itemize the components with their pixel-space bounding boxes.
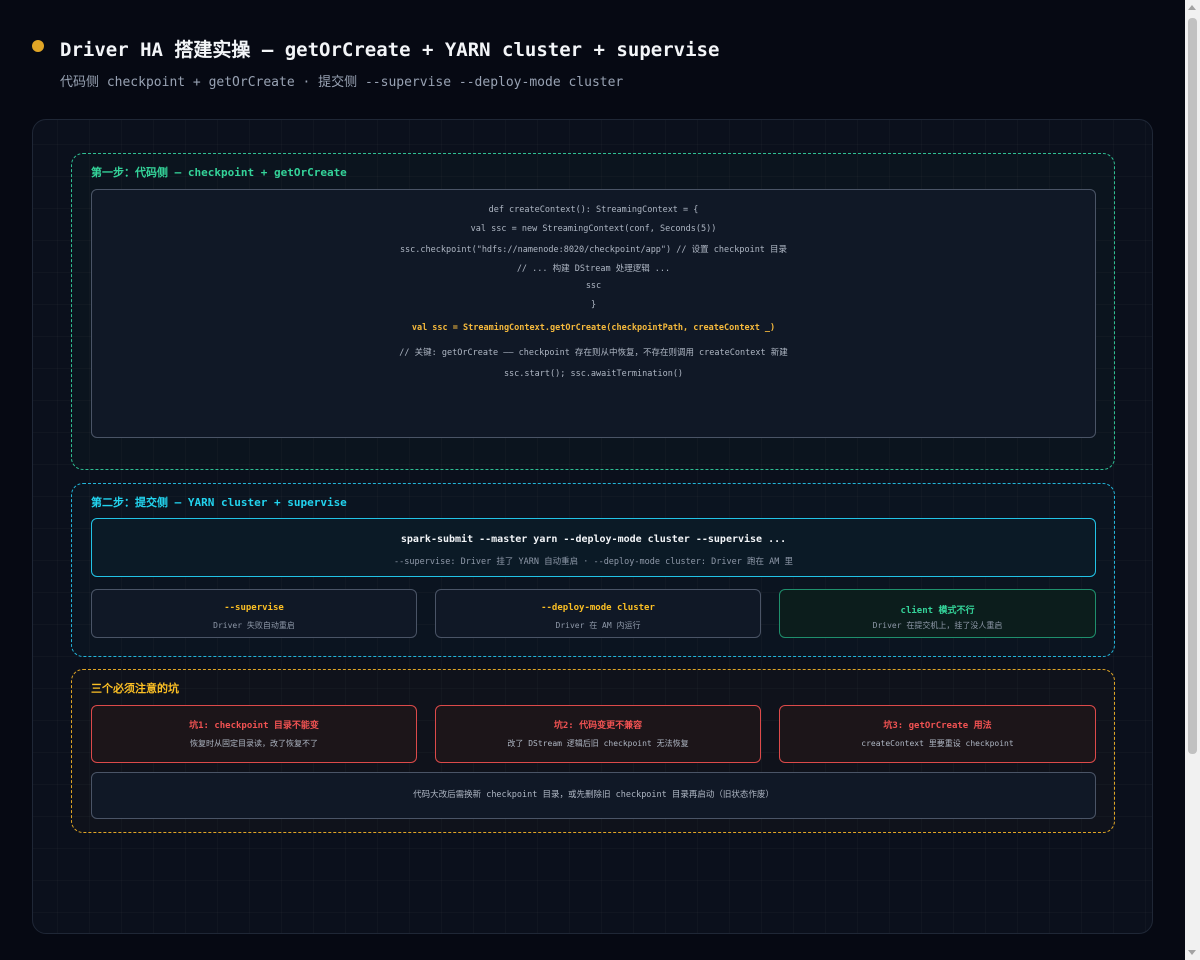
- pitfall-desc: 改了 DStream 逻辑后旧 checkpoint 无法恢复: [507, 739, 689, 748]
- card-title: client 模式不行: [900, 606, 975, 616]
- card-desc: Driver 失败自动重启: [213, 621, 295, 630]
- pitfall-card: 坑1: checkpoint 目录不能变 恢复时从固定目录读，改了恢复不了: [91, 705, 417, 763]
- page-subtitle: 代码侧 checkpoint + getOrCreate · 提交侧 --sup…: [60, 75, 624, 90]
- supervise-card: --supervise Driver 失败自动重启: [91, 589, 417, 638]
- step2-section: 第二步：提交侧 — YARN cluster + supervise spark…: [71, 483, 1115, 657]
- title-bullet-icon: [32, 40, 44, 52]
- submit-command-box: spark-submit --master yarn --deploy-mode…: [91, 518, 1096, 577]
- step2-title: 第二步：提交侧 — YARN cluster + supervise: [91, 496, 347, 509]
- code-line: val ssc = new StreamingContext(conf, Sec…: [470, 224, 717, 234]
- submit-command: spark-submit --master yarn --deploy-mode…: [400, 534, 787, 545]
- code-line: // ... 构建 DStream 处理逻辑 ...: [516, 264, 671, 274]
- pitfall-card: 坑3: getOrCreate 用法 createContext 里要重设 ch…: [779, 705, 1096, 763]
- scroll-up-arrow-icon[interactable]: [1188, 5, 1196, 10]
- client-mode-card: client 模式不行 Driver 在提交机上，挂了没人重启: [779, 589, 1096, 638]
- scroll-down-arrow-icon[interactable]: [1188, 950, 1196, 955]
- pitfall-desc: 恢复时从固定目录读，改了恢复不了: [190, 739, 318, 748]
- pitfalls-title: 三个必须注意的坑: [91, 682, 179, 695]
- tip-box: 代码大改后需换新 checkpoint 目录，或先删除旧 checkpoint …: [91, 772, 1096, 819]
- pitfall-card: 坑2: 代码变更不兼容 改了 DStream 逻辑后旧 checkpoint 无…: [435, 705, 761, 763]
- diagram-canvas: 第一步：代码侧 — checkpoint + getOrCreate def c…: [32, 119, 1153, 934]
- pitfall-title: 坑3: getOrCreate 用法: [883, 721, 992, 731]
- card-desc: Driver 在提交机上，挂了没人重启: [872, 621, 1003, 630]
- card-title: --deploy-mode cluster: [541, 603, 655, 613]
- pitfalls-section: 三个必须注意的坑 坑1: checkpoint 目录不能变 恢复时从固定目录读，…: [71, 669, 1115, 833]
- page-title: Driver HA 搭建实操 — getOrCreate + YARN clus…: [60, 39, 720, 61]
- code-line: }: [590, 300, 597, 310]
- step1-title: 第一步：代码侧 — checkpoint + getOrCreate: [91, 166, 347, 179]
- card-title: --supervise: [224, 603, 284, 613]
- vertical-scrollbar[interactable]: [1185, 0, 1200, 960]
- submit-command-note: --supervise: Driver 挂了 YARN 自动重启 · --dep…: [394, 557, 793, 567]
- tip-text: 代码大改后需换新 checkpoint 目录，或先删除旧 checkpoint …: [413, 790, 774, 800]
- pitfall-title: 坑1: checkpoint 目录不能变: [189, 721, 319, 731]
- scrollbar-thumb[interactable]: [1188, 18, 1197, 754]
- code-line: def createContext(): StreamingContext = …: [488, 205, 699, 215]
- code-block: def createContext(): StreamingContext = …: [91, 189, 1096, 438]
- pitfall-title: 坑2: 代码变更不兼容: [553, 721, 643, 731]
- code-line: ssc.checkpoint("hdfs://namenode:8020/che…: [399, 245, 788, 255]
- code-line: ssc: [585, 281, 602, 291]
- code-line: ssc.start(); ssc.awaitTermination(): [503, 369, 684, 379]
- deploy-mode-card: --deploy-mode cluster Driver 在 AM 内运行: [435, 589, 761, 638]
- pitfall-desc: createContext 里要重设 checkpoint: [861, 739, 1014, 748]
- step1-section: 第一步：代码侧 — checkpoint + getOrCreate def c…: [71, 153, 1115, 470]
- code-comment: // 关键: getOrCreate —— checkpoint 存在则从中恢复…: [399, 348, 788, 358]
- card-desc: Driver 在 AM 内运行: [555, 621, 641, 630]
- code-line-highlight: val ssc = StreamingContext.getOrCreate(c…: [411, 323, 776, 333]
